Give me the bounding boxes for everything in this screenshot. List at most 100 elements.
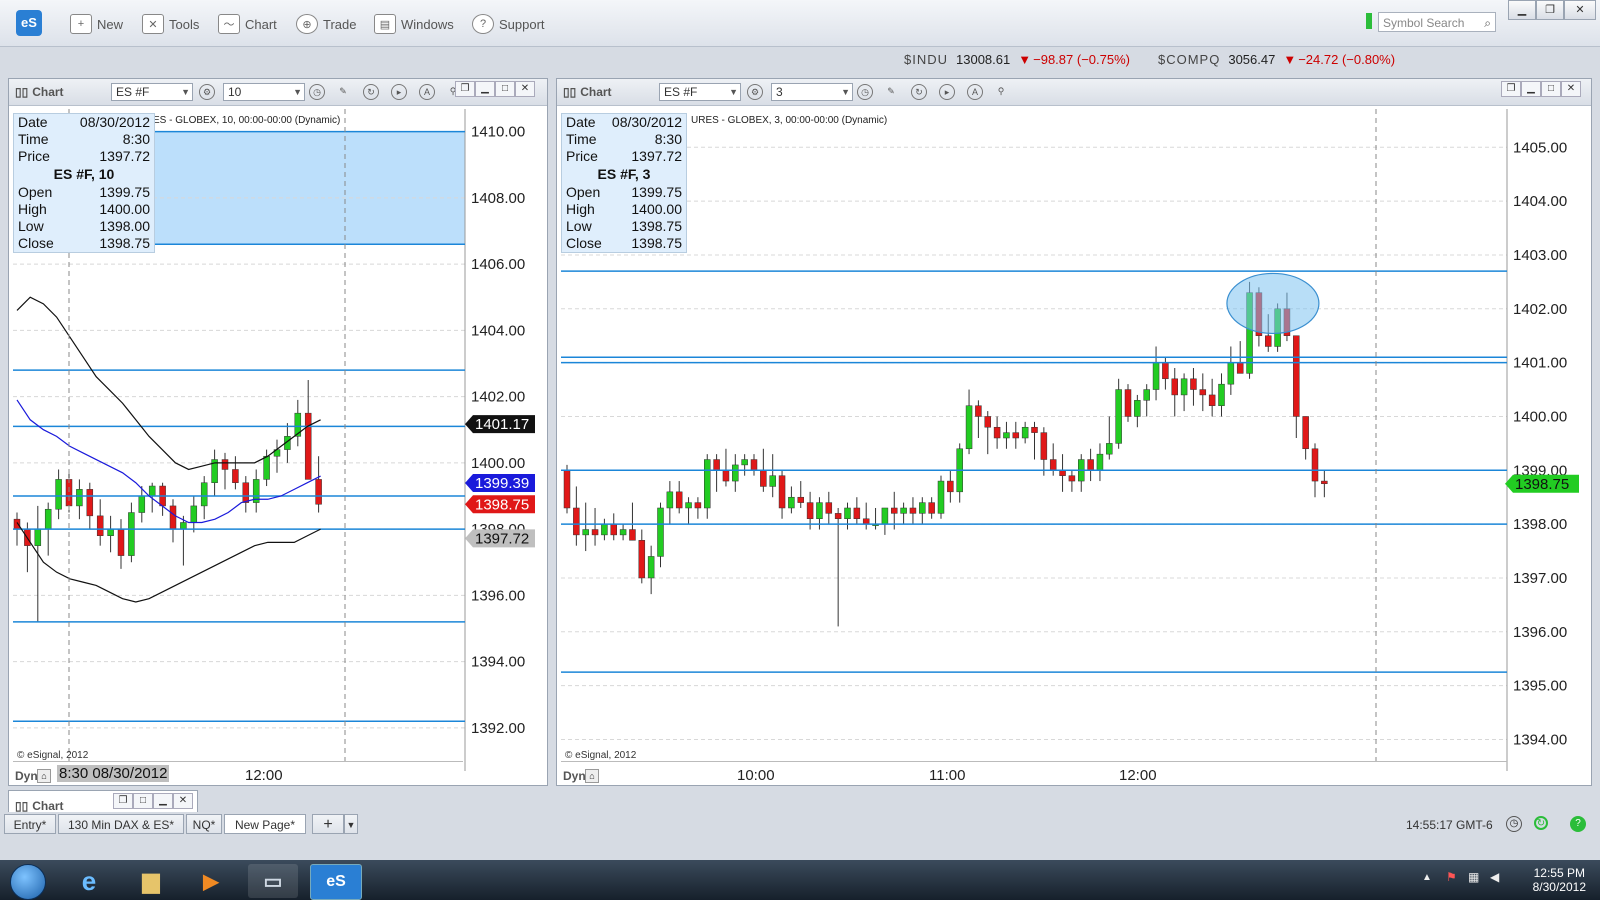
left-chart-maximize-button[interactable]: □ [495,81,515,97]
minimize-button[interactable]: ▁ [1508,0,1536,20]
candle-body [180,522,187,530]
mini-restore-button[interactable]: ❐ [113,793,133,809]
candle-body [1227,362,1235,385]
lock-icon[interactable]: ⌂ [37,769,51,783]
right-chart-maximize-button[interactable]: □ [1541,81,1561,97]
candle-body [190,505,198,523]
candle-body [629,529,636,541]
price-axis-label: 1395.00 [1513,678,1567,695]
chevron-down-icon: ▼ [729,87,738,97]
left-chart-minimize-button[interactable]: ▁ [475,81,495,97]
price-axis-label: 1398.00 [1513,516,1567,533]
start-button-icon[interactable] [10,864,46,900]
right-chart-minimize-button[interactable]: ▁ [1521,81,1541,97]
tray-flag-icon[interactable]: ⚑ [1446,870,1457,884]
candle-body [601,523,608,536]
settings-icon[interactable]: ⚙ [747,84,763,100]
candle-body [1311,448,1319,482]
new-button[interactable]: + New [70,14,123,34]
tab-nq[interactable]: NQ* [186,814,222,834]
tray-volume-icon[interactable]: ◀ [1490,870,1499,884]
symbol-field[interactable]: ES #F ▼ [659,83,741,101]
candle-body [760,470,767,487]
tab-dax-es[interactable]: 130 Min DAX & ES* [58,814,184,834]
right-chart-canvas[interactable]: 1405.00 1404.00 1403.00 1402.00 1401.00 1400.… [561,109,1589,783]
symbol-search-input[interactable]: Symbol Search ⌕ [1378,12,1496,32]
candle-body [76,489,83,507]
left-chart-close-button[interactable]: ✕ [515,81,535,97]
mini-minimize-button[interactable]: ▁ [153,793,173,809]
settings-icon[interactable]: ⚙ [199,84,215,100]
support-button[interactable]: ? Support [472,14,545,34]
esignal-logo[interactable]: eS [16,10,42,36]
chevron-down-icon: ▼ [841,87,850,97]
x-axis-label: 10:00 [737,767,775,784]
right-chart-close-button[interactable]: ✕ [1561,81,1581,97]
tools-button[interactable]: ✕ Tools [142,14,199,34]
candle-body [619,529,627,536]
file-explorer-icon[interactable]: ▆ [126,864,176,898]
interval-field[interactable]: 10 ▼ [223,83,305,101]
candle-body [304,412,312,480]
candle-body [900,507,907,514]
link-icon[interactable]: ⚲ [993,84,1009,100]
media-player-icon[interactable]: ▶ [186,864,236,898]
trade-button[interactable]: ⊕ Trade [296,14,356,34]
draw-pencil-icon[interactable]: ✎ [335,84,351,100]
left-chart-header: ▯▯ Chart ES #F ▼ ⚙ 10 ▼ ◷ ✎ ↻ ▸ A ⚲ ❐ ▁ □ ✕ [9,79,547,106]
candle-body [1031,426,1038,433]
candle-body [263,455,270,480]
taskbar-clock[interactable]: 12:55 PM 8/30/2012 [1533,866,1586,894]
interval-field[interactable]: 3 ▼ [771,83,853,101]
symbol-field[interactable]: ES #F ▼ [111,83,193,101]
candle-body [1190,378,1197,390]
close-button[interactable]: ✕ [1564,0,1596,20]
play-icon[interactable]: ▸ [391,84,407,100]
tray-expand-icon[interactable]: ▲ [1422,872,1432,883]
refresh-status-icon[interactable]: ↻ [1534,816,1548,830]
price-axis-label: 1402.00 [471,389,525,406]
candle-body [294,412,302,437]
left-chart-restore-button[interactable]: ❐ [455,81,475,97]
candle-body [315,479,322,505]
candle-body [638,540,646,579]
candle-body [1124,389,1132,417]
price-axis-label: 1400.00 [1513,408,1567,425]
alert-icon[interactable]: A [419,84,435,100]
tray-network-icon[interactable]: ▦ [1468,870,1479,884]
help-status-icon[interactable]: ? [1570,816,1586,832]
candle-body [1003,432,1010,439]
clock-icon[interactable]: ◷ [309,84,325,100]
mini-close-button[interactable]: ✕ [173,793,193,809]
esignal-taskbar-icon[interactable]: eS [310,864,362,900]
candle-body [797,496,804,503]
price-axis-label: 1410.00 [471,124,525,141]
candle-body [582,529,589,536]
restore-button[interactable]: ❐ [1536,0,1564,20]
internet-explorer-icon[interactable]: e [64,864,114,898]
candle-body [1021,426,1029,439]
refresh-icon[interactable]: ↻ [363,84,379,100]
mini-maximize-button[interactable]: □ [133,793,153,809]
price-axis-label: 1394.00 [1513,731,1567,748]
computer-icon[interactable]: ▭ [248,864,298,898]
candle-body [984,416,991,428]
chart-button[interactable]: 〜 Chart [218,14,277,34]
candle-body [1059,470,1066,476]
candle-body [675,491,683,509]
lock-icon[interactable]: ⌂ [585,769,599,783]
clock-icon[interactable]: ◷ [857,84,873,100]
add-tab-button[interactable]: + [312,814,344,834]
candle-body [1049,459,1057,471]
tab-menu-chevron-icon[interactable]: ▼ [344,814,358,834]
play-icon[interactable]: ▸ [939,84,955,100]
copyright-text: © eSignal, 2012 [565,750,637,761]
alert-icon[interactable]: A [967,84,983,100]
tab-entry[interactable]: Entry* [4,814,56,834]
refresh-icon[interactable]: ↻ [911,84,927,100]
right-chart-restore-button[interactable]: ❐ [1501,81,1521,97]
tab-new-page[interactable]: New Page* [224,814,306,834]
clock-status-icon[interactable]: ◷ [1506,816,1522,832]
draw-pencil-icon[interactable]: ✎ [883,84,899,100]
windows-button[interactable]: ▤ Windows [374,14,454,34]
